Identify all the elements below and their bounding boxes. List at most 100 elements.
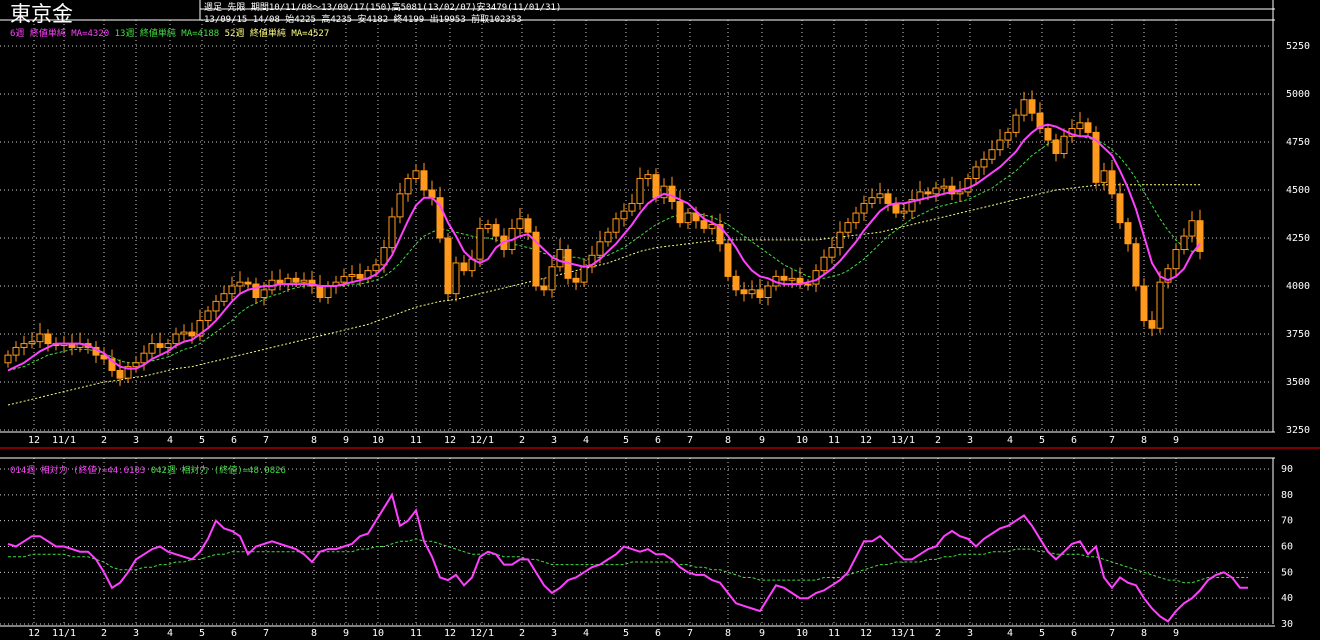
candle-up (804, 283, 812, 286)
candle-up (684, 212, 692, 224)
price-tick-label: 5250 (1286, 41, 1310, 52)
date-tick-label: 5 (623, 435, 629, 446)
candle-up (988, 149, 996, 160)
candle-down (652, 174, 660, 199)
date-tick-label: 3 (967, 435, 973, 446)
candle-up (620, 210, 628, 220)
date-tick-label: 2 (935, 435, 941, 446)
date-tick-label: 4 (1007, 628, 1013, 639)
candle-down (1084, 122, 1092, 133)
price-chart-canvas: 325035003750400042504500475050005250 12 1… (0, 0, 1320, 639)
date-tick-label: 9 (1173, 628, 1179, 639)
candle-up (404, 177, 412, 195)
date-tick-label: 2 (101, 628, 107, 639)
date-tick-label: 13/1 (891, 628, 915, 639)
date-tick-label: 3 (551, 435, 557, 446)
candle-down (44, 333, 52, 345)
candle-up (388, 216, 396, 249)
rsi-tick-label: 70 (1281, 516, 1293, 527)
date-tick-label: 5 (199, 628, 205, 639)
candle-up (132, 362, 140, 368)
candle-down (884, 193, 892, 204)
candle-up (628, 202, 636, 212)
date-tick-label: 11 (828, 435, 840, 446)
price-tick-label: 4750 (1286, 137, 1310, 148)
candle-down (1116, 193, 1124, 224)
date-tick-label: 2 (101, 435, 107, 446)
date-tick-label: 3 (133, 435, 139, 446)
ma13-legend: 13週 終値単純 MA=4188 (114, 29, 220, 39)
date-tick-label: 7 (687, 628, 693, 639)
candle-up (148, 343, 156, 354)
date-tick-label: 7 (1109, 628, 1115, 639)
date-tick-label: 6 (655, 628, 661, 639)
date-tick-label: 11/1 (52, 435, 76, 446)
candle-up (836, 231, 844, 249)
candle-down (1028, 99, 1036, 114)
date-tick-label: 6 (231, 628, 237, 639)
ma52-line (7, 184, 1200, 406)
candle-up (612, 218, 620, 233)
price-tick-label: 4000 (1286, 281, 1310, 292)
candle-up (412, 170, 420, 179)
rsi-tick-label: 50 (1281, 567, 1293, 578)
price-tick-label: 3500 (1286, 377, 1310, 388)
date-tick-label: 12 (444, 628, 456, 639)
rsi-legend: 014週 相対力 (終値)=44.6103 042週 相対力 (終値)=48.0… (10, 463, 286, 476)
candle-up (1020, 99, 1028, 116)
candle-up (980, 158, 988, 168)
candle-down (1044, 128, 1052, 141)
price-tick-label: 3750 (1286, 329, 1310, 340)
candle-up (1076, 122, 1084, 130)
candle-up (204, 310, 212, 322)
date-tick-label: 12/1 (470, 628, 494, 639)
candle-up (748, 289, 756, 295)
candle-up (1156, 281, 1164, 329)
date-tick-label: 7 (687, 435, 693, 446)
candle-down (1132, 243, 1140, 287)
date-tick-label: 13/1 (891, 435, 915, 446)
date-tick-label: 12 (28, 628, 40, 639)
candle-up (212, 300, 220, 312)
date-tick-label: 11 (828, 628, 840, 639)
date-tick-label: 12 (860, 435, 872, 446)
rsi42-legend: 042週 相対力 (終値)=48.0826 (150, 466, 286, 476)
date-tick-label: 8 (725, 628, 731, 639)
candle-up (300, 279, 308, 283)
date-tick-label: 7 (1109, 435, 1115, 446)
candle-down (1108, 170, 1116, 195)
candle-up (860, 202, 868, 214)
date-axis-bottom: 12 11/1 2 3 4 5 6 7 8 9 10 11 12 12/1 2 3 4 5 6 7 8 9 10 11 12 13… (28, 628, 1179, 639)
candle-down (188, 331, 196, 337)
date-tick-label: 9 (343, 628, 349, 639)
date-tick-label: 10 (372, 628, 384, 639)
candle-down (924, 191, 932, 195)
candle-up (660, 185, 668, 199)
date-tick-label: 2 (935, 628, 941, 639)
candle-up (868, 197, 876, 204)
candle-up (340, 275, 348, 283)
rsi-chart-grid (0, 457, 1275, 627)
candle-up (396, 193, 404, 218)
candle-up (1060, 135, 1068, 155)
ohlc-info: 13/09/15 14/08 始4225 高4235 安4182 終4199 出… (204, 15, 522, 25)
rsi-tick-label: 90 (1281, 464, 1293, 475)
candle-up (1100, 170, 1108, 183)
date-tick-label: 3 (551, 628, 557, 639)
candle-up (220, 293, 228, 302)
candle-up (228, 285, 236, 295)
rsi14-path (7, 492, 1248, 623)
candle-down (316, 285, 324, 299)
candle-up (12, 346, 20, 356)
date-tick-label: 6 (655, 435, 661, 446)
date-tick-label: 3 (133, 628, 139, 639)
date-tick-label: 11 (410, 435, 422, 446)
candle-down (732, 275, 740, 291)
candle-up (900, 210, 908, 214)
candle-down (524, 218, 532, 233)
candle-down (540, 285, 548, 291)
date-tick-label: 10 (796, 435, 808, 446)
rsi-tick-label: 60 (1281, 542, 1293, 553)
candle-up (4, 354, 12, 364)
candle-up (1180, 235, 1188, 251)
